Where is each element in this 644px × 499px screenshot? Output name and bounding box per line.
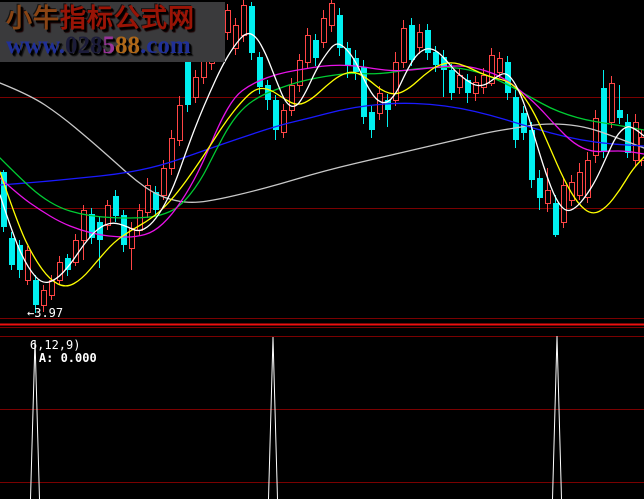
watermark-site-url: www.028588.com [6,33,220,59]
low-price-label: ←3.97 [27,307,63,320]
kline-canvas[interactable] [0,0,644,499]
watermark-text-segment: .com [140,32,191,59]
watermark-text-segment: 小牛 [6,3,60,33]
indicator-params: 6,12,9) [30,338,81,352]
watermark-text-segment: 5 [103,32,116,59]
ma-white [0,34,644,283]
stock-chart-window: ←3.97 6,12,9) A: 0.000 小牛指标公式网 www.02858… [0,0,644,499]
indicator-value: A: 0.000 [39,351,97,365]
indicator-spike [269,337,278,499]
watermark-text-segment: 指标公式网 [60,3,195,33]
watermark-site-name: 小牛指标公式网 [6,3,220,33]
indicator-spike [553,336,562,499]
watermark-text-segment: 88 [115,32,140,59]
watermark-text-segment: www. [6,32,65,59]
watermark: 小牛指标公式网 www.028588.com [0,2,225,62]
watermark-text-segment: 028 [65,32,103,59]
indicator-label: 6,12,9) A: 0.000 [1,326,97,378]
